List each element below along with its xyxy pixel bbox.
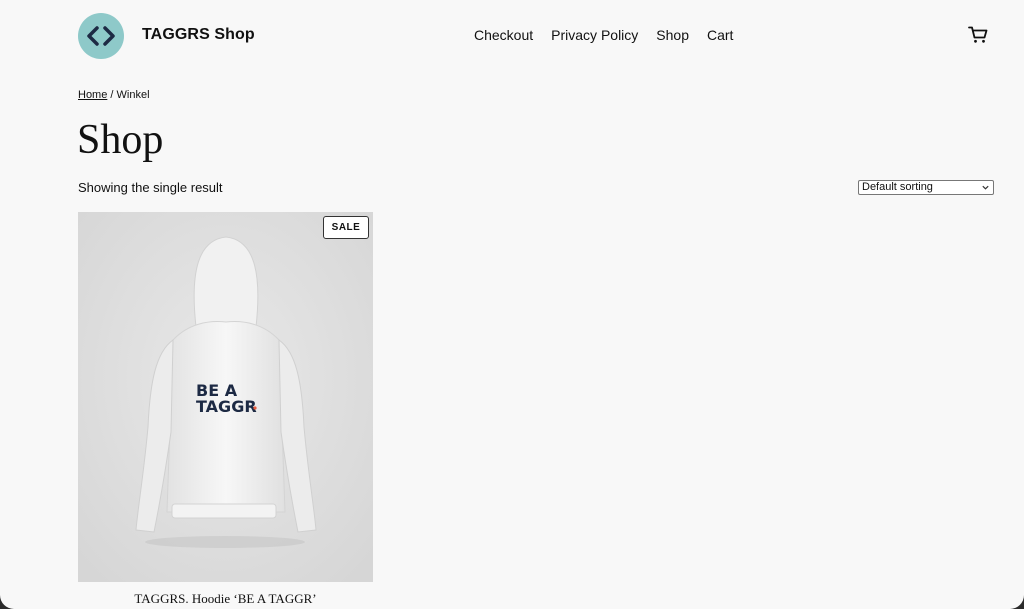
breadcrumb-separator: / (110, 89, 114, 101)
hoodie-image: BE A TAGGR (78, 212, 373, 582)
product-card[interactable]: BE A TAGGR SALE TAGGRS. Hoodie ‘BE A TAG… (78, 212, 373, 607)
code-brackets-icon (87, 26, 115, 46)
product-name-link[interactable]: TAGGRS. Hoodie ‘BE A TAGGR’ (78, 591, 373, 607)
chevron-down-icon (982, 185, 989, 190)
nav-item-shop[interactable]: Shop (656, 24, 689, 46)
sale-badge: SALE (323, 216, 369, 239)
cart-icon[interactable] (968, 26, 988, 44)
main-nav: Checkout Privacy Policy Shop Cart (474, 24, 733, 46)
nav-item-privacy-policy[interactable]: Privacy Policy (551, 24, 638, 46)
site-logo[interactable] (78, 13, 124, 59)
breadcrumb-home-link[interactable]: Home (78, 89, 107, 101)
hoodie-print-line-2: TAGGR (196, 397, 257, 416)
sorting-select[interactable]: Default sorting (858, 180, 994, 195)
site-title[interactable]: TAGGRS Shop (142, 24, 255, 46)
nav-item-cart[interactable]: Cart (707, 24, 733, 46)
nav-item-checkout[interactable]: Checkout (474, 24, 533, 46)
breadcrumb: Home / Winkel (78, 88, 150, 102)
result-count: Showing the single result (78, 180, 223, 195)
browser-page: TAGGRS Shop Checkout Privacy Policy Shop… (0, 0, 1024, 609)
sorting-selected-value: Default sorting (862, 181, 933, 193)
product-image[interactable]: BE A TAGGR SALE (78, 212, 373, 582)
page-title: Shop (77, 117, 164, 163)
breadcrumb-current: Winkel (116, 89, 150, 101)
